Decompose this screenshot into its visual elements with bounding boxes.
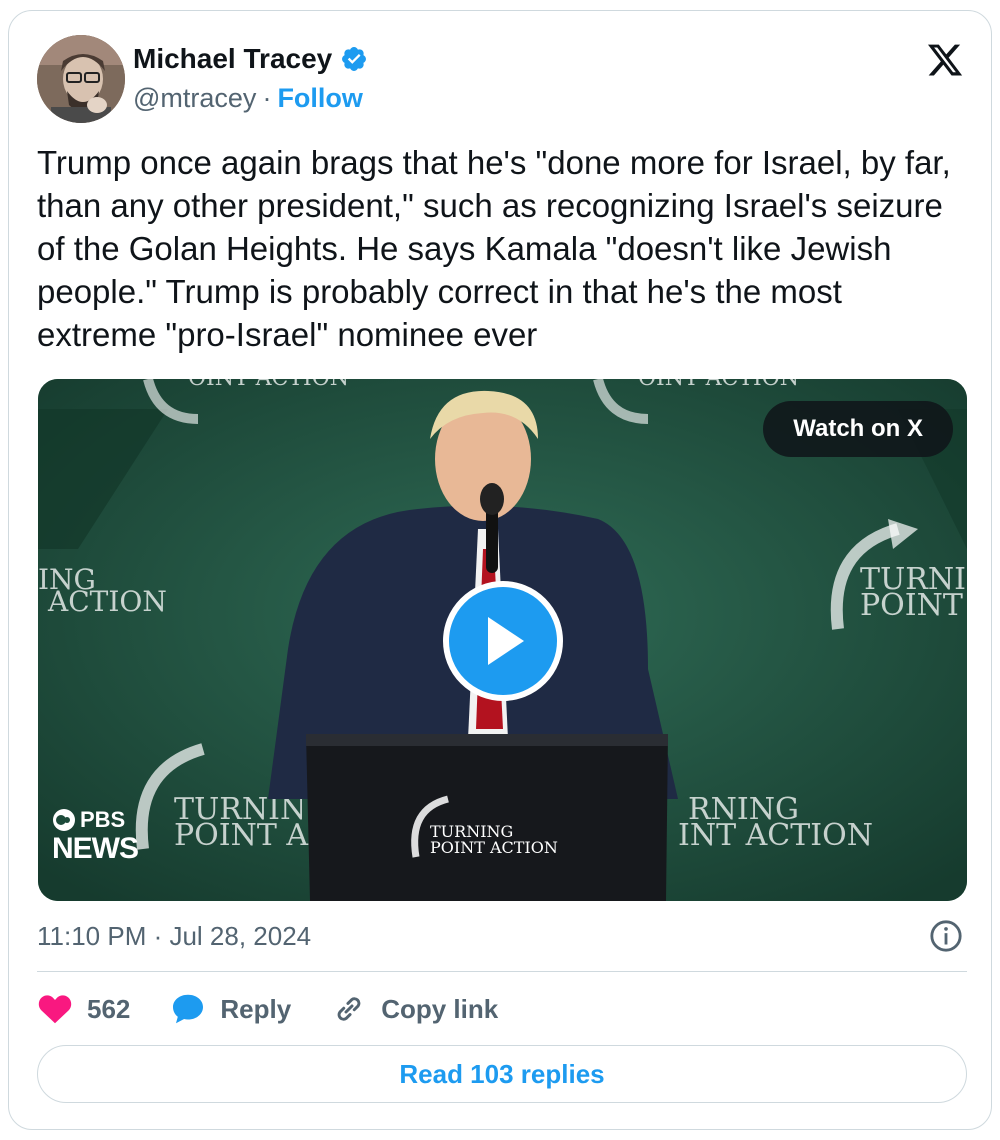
copy-link-label: Copy link — [381, 993, 499, 1024]
reply-button[interactable]: Reply — [170, 991, 291, 1027]
author-handle[interactable]: @mtracey — [133, 83, 256, 114]
reply-label: Reply — [220, 993, 292, 1024]
video-player[interactable]: OINT ACTION OINT ACTION ING ACTION N TUR… — [38, 379, 967, 901]
tweet-card: Michael Tracey @mtracey · Follow Trump o… — [8, 10, 992, 1130]
verified-badge-icon — [342, 47, 367, 71]
action-bar: 562 Reply Copy link — [37, 987, 538, 1031]
separator-dot: · — [262, 83, 272, 113]
banner-bottom-right-bottom: INT ACTION — [678, 818, 873, 853]
heart-icon — [38, 995, 72, 1024]
likes-count: 562 — [87, 993, 131, 1024]
read-replies-button[interactable]: Read 103 replies — [37, 1045, 967, 1103]
avatar[interactable] — [37, 35, 125, 123]
info-icon[interactable] — [929, 919, 963, 953]
handle-row: @mtracey · Follow — [133, 83, 363, 114]
pbs-logo-icon — [53, 809, 75, 831]
divider — [37, 971, 967, 972]
avatar-portrait — [37, 35, 125, 123]
author-name[interactable]: Michael Tracey — [133, 43, 332, 75]
banner-left-bottom: ACTION — [47, 585, 167, 618]
pbs-news-logo: PBS NEWS — [52, 807, 139, 865]
pbs-label: PBS — [80, 807, 126, 832]
x-logo-icon[interactable] — [925, 41, 965, 79]
banner-right-bottom: POINT — [860, 588, 963, 623]
tweet-timestamp[interactable]: 11:10 PM · Jul 28, 2024 — [37, 921, 311, 952]
banner-header-right: OINT ACTION — [638, 379, 799, 391]
follow-button[interactable]: Follow — [277, 83, 362, 114]
banner-bottom-left-bottom: POINT AC — [174, 818, 331, 853]
link-icon — [337, 997, 361, 1021]
author-name-row: Michael Tracey — [133, 43, 368, 75]
podium-text-bottom: POINT ACTION — [430, 838, 558, 857]
tweet-text: Trump once again brags that he's "done m… — [37, 144, 951, 353]
news-label: NEWS — [52, 832, 139, 865]
copy-link-button[interactable]: Copy link — [331, 991, 498, 1027]
play-icon — [488, 617, 524, 665]
watch-on-x-button[interactable]: Watch on X — [763, 401, 953, 457]
like-button[interactable]: 562 — [37, 991, 130, 1027]
banner-header-left: OINT ACTION — [188, 379, 349, 391]
play-button[interactable] — [443, 581, 563, 701]
reply-bubble-icon — [173, 994, 204, 1024]
